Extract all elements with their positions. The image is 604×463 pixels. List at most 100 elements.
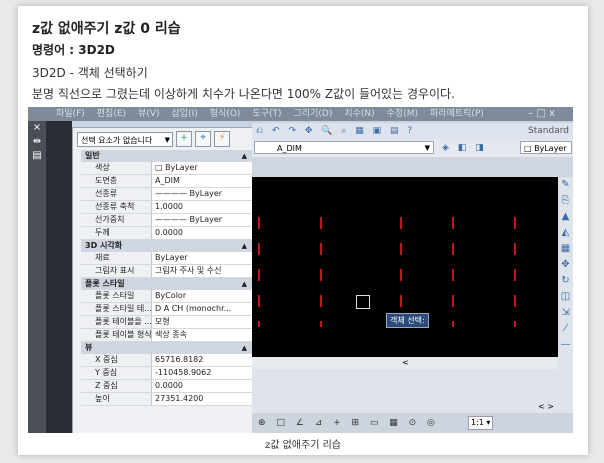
property-value[interactable]: 색상 종속: [151, 329, 253, 341]
property-row[interactable]: 그림자 표시 그림자 주사 및 수신: [81, 265, 253, 278]
stretch-icon[interactable]: ⇲: [558, 305, 573, 321]
offset-icon[interactable]: ◭: [558, 225, 573, 241]
property-value[interactable]: -110458.9062: [151, 367, 253, 379]
status-toggle-icons[interactable]: ⊕ □ ∠ ⊿ + ⊞ ▭ ▦ ⊙ ◎: [258, 413, 439, 433]
scroll-left-icon[interactable]: <: [402, 357, 409, 369]
image-caption: z값 없애주기 리습: [264, 440, 341, 451]
menu-dimension[interactable]: 치수(N): [344, 109, 374, 119]
property-row[interactable]: 선종류 ———— ByLayer: [81, 188, 253, 201]
collapse-icon: ▲: [241, 242, 247, 250]
toolbar-icons[interactable]: ⎌ ↶ ↷ ✥ 🔍 ⌕ ▦ ▣ ▤ ?: [256, 123, 415, 139]
menu-parametric[interactable]: 파라메트릭(P): [430, 109, 484, 119]
copy-icon[interactable]: ⎘: [558, 193, 573, 209]
horizontal-scrollbar[interactable]: < >: [252, 357, 569, 369]
property-key: 높이: [81, 393, 151, 405]
property-key: 선종류 축척: [81, 201, 151, 213]
erase-icon[interactable]: ✎: [558, 177, 573, 193]
property-key: 플롯 테이블 형식: [81, 329, 151, 341]
section-label: 일반: [85, 151, 100, 160]
collapse-icon: ▲: [241, 152, 247, 160]
menu-draw[interactable]: 그리기(D): [294, 109, 333, 119]
property-key: 도면층: [81, 175, 151, 187]
close-icon[interactable]: ×: [28, 121, 46, 135]
window-controls[interactable]: – □ x: [528, 107, 555, 121]
array-icon[interactable]: ▦: [558, 241, 573, 257]
menu-modify[interactable]: 수정(M): [387, 109, 418, 119]
property-value[interactable]: ByColor: [151, 290, 253, 302]
property-row[interactable]: 선종류 축척 1.0000: [81, 201, 253, 214]
toggle-pickadd-icon[interactable]: +: [176, 131, 192, 147]
select-objects-icon[interactable]: ⌖: [195, 131, 211, 147]
pin-icon[interactable]: ⇹: [28, 135, 46, 149]
property-key: 플롯 스타일: [81, 290, 151, 302]
section-plot-style[interactable]: 플롯 스타일 ▲: [81, 278, 253, 290]
property-value[interactable]: □ ByLayer: [151, 162, 253, 174]
property-key: Y 중심: [81, 367, 151, 379]
property-value[interactable]: 65716.8182: [151, 354, 253, 366]
property-value[interactable]: ———— ByLayer: [151, 188, 253, 200]
property-value[interactable]: ———— ByLayer: [151, 214, 253, 226]
drawing-canvas[interactable]: 객체 선택:: [252, 177, 569, 357]
annotation-scale[interactable]: 1:1 ▾: [468, 416, 494, 430]
property-value[interactable]: 0.0000: [151, 227, 253, 239]
property-key: Z 중심: [81, 380, 151, 392]
property-value[interactable]: 27351.4200: [151, 393, 253, 405]
property-value[interactable]: ByLayer: [151, 252, 253, 264]
rotate-icon[interactable]: ↻: [558, 273, 573, 289]
menu-tools[interactable]: 도구(T): [252, 109, 281, 119]
mirror-icon[interactable]: ▲: [558, 209, 573, 225]
chevron-down-icon: ▼: [424, 144, 430, 152]
section-general[interactable]: 일반 ▲: [81, 150, 253, 162]
property-row[interactable]: 두께 0.0000: [81, 227, 253, 240]
property-row[interactable]: 플롯 테이블 형식 색상 종속: [81, 329, 253, 342]
menu-view[interactable]: 뷰(V): [138, 109, 159, 119]
selection-dropdown[interactable]: 선택 요소가 없습니다 ▼: [77, 131, 173, 147]
property-row[interactable]: 플롯 스타일 ByColor: [81, 290, 253, 303]
property-row[interactable]: 플롯 스타일 테... D A CH (monochr...: [81, 303, 253, 316]
property-row[interactable]: 도면층 A_DIM: [81, 175, 253, 188]
menu-format[interactable]: 형식(O): [210, 109, 241, 119]
property-key: 플롯 스타일 테...: [81, 303, 151, 315]
section-view[interactable]: 뷰 ▲: [81, 342, 253, 354]
property-row[interactable]: Y 중심 -110458.9062: [81, 367, 253, 380]
property-value[interactable]: 0.0000: [151, 380, 253, 392]
property-value[interactable]: 모형: [151, 316, 253, 328]
property-value[interactable]: D A CH (monochr...: [151, 303, 253, 315]
color-dropdown[interactable]: □ ByLayer: [520, 141, 572, 154]
quick-select-icon[interactable]: ⚡: [214, 131, 230, 147]
pickbox-cursor: [356, 295, 370, 309]
section-label: 3D 시각화: [85, 241, 123, 250]
collapse-icon: ▲: [241, 344, 247, 352]
property-row[interactable]: X 중심 65716.8182: [81, 354, 253, 367]
modify-toolbar: ✎ ⎘ ▲ ◭ ▦ ✥ ↻ ◫ ⇲ ⁄ —: [558, 177, 573, 433]
layer-tool-icons[interactable]: ◈ ◧ ◨: [442, 139, 487, 157]
collapse-icon: ▲: [241, 280, 247, 288]
property-key: 색상: [81, 162, 151, 174]
property-value[interactable]: 그림자 주사 및 수신: [151, 265, 253, 277]
property-row[interactable]: 선가중치 ———— ByLayer: [81, 214, 253, 227]
menu-file[interactable]: 파일(F): [56, 109, 85, 119]
property-row[interactable]: 플롯 테이블을 ... 모형: [81, 316, 253, 329]
trim-icon[interactable]: ⁄: [558, 321, 573, 337]
dashed-line: [514, 217, 516, 327]
menu-insert[interactable]: 삽입(I): [172, 109, 198, 119]
cad-screenshot: 파일(F) 편집(E) 뷰(V) 삽입(I) 형식(O) 도구(T) 그리기(D) 치수(N)…: [28, 107, 573, 433]
scroll-arrows[interactable]: < >: [538, 402, 554, 411]
panel-menu-icon[interactable]: ▤: [28, 149, 46, 163]
command-area[interactable]: < >: [252, 369, 558, 413]
property-row[interactable]: Z 중심 0.0000: [81, 380, 253, 393]
section-3d-visualization[interactable]: 3D 시각화 ▲: [81, 240, 253, 252]
extend-icon[interactable]: —: [558, 337, 573, 353]
property-value[interactable]: A_DIM: [151, 175, 253, 187]
property-row[interactable]: 재료 ByLayer: [81, 252, 253, 265]
layer-dropdown[interactable]: A_DIM ▼: [254, 141, 434, 154]
property-row[interactable]: 색상 □ ByLayer: [81, 162, 253, 175]
property-row[interactable]: 높이 27351.4200: [81, 393, 253, 406]
viewport-header: [252, 157, 573, 177]
menu-edit[interactable]: 편집(E): [97, 109, 126, 119]
move-icon[interactable]: ✥: [558, 257, 573, 273]
property-value[interactable]: 1.0000: [151, 201, 253, 213]
layer-name: A_DIM: [277, 144, 302, 153]
description-text: 분명 직선으로 그렸는데 이상하게 치수가 나온다면 100% Z값이 들어있는…: [32, 87, 455, 101]
scale-icon[interactable]: ◫: [558, 289, 573, 305]
